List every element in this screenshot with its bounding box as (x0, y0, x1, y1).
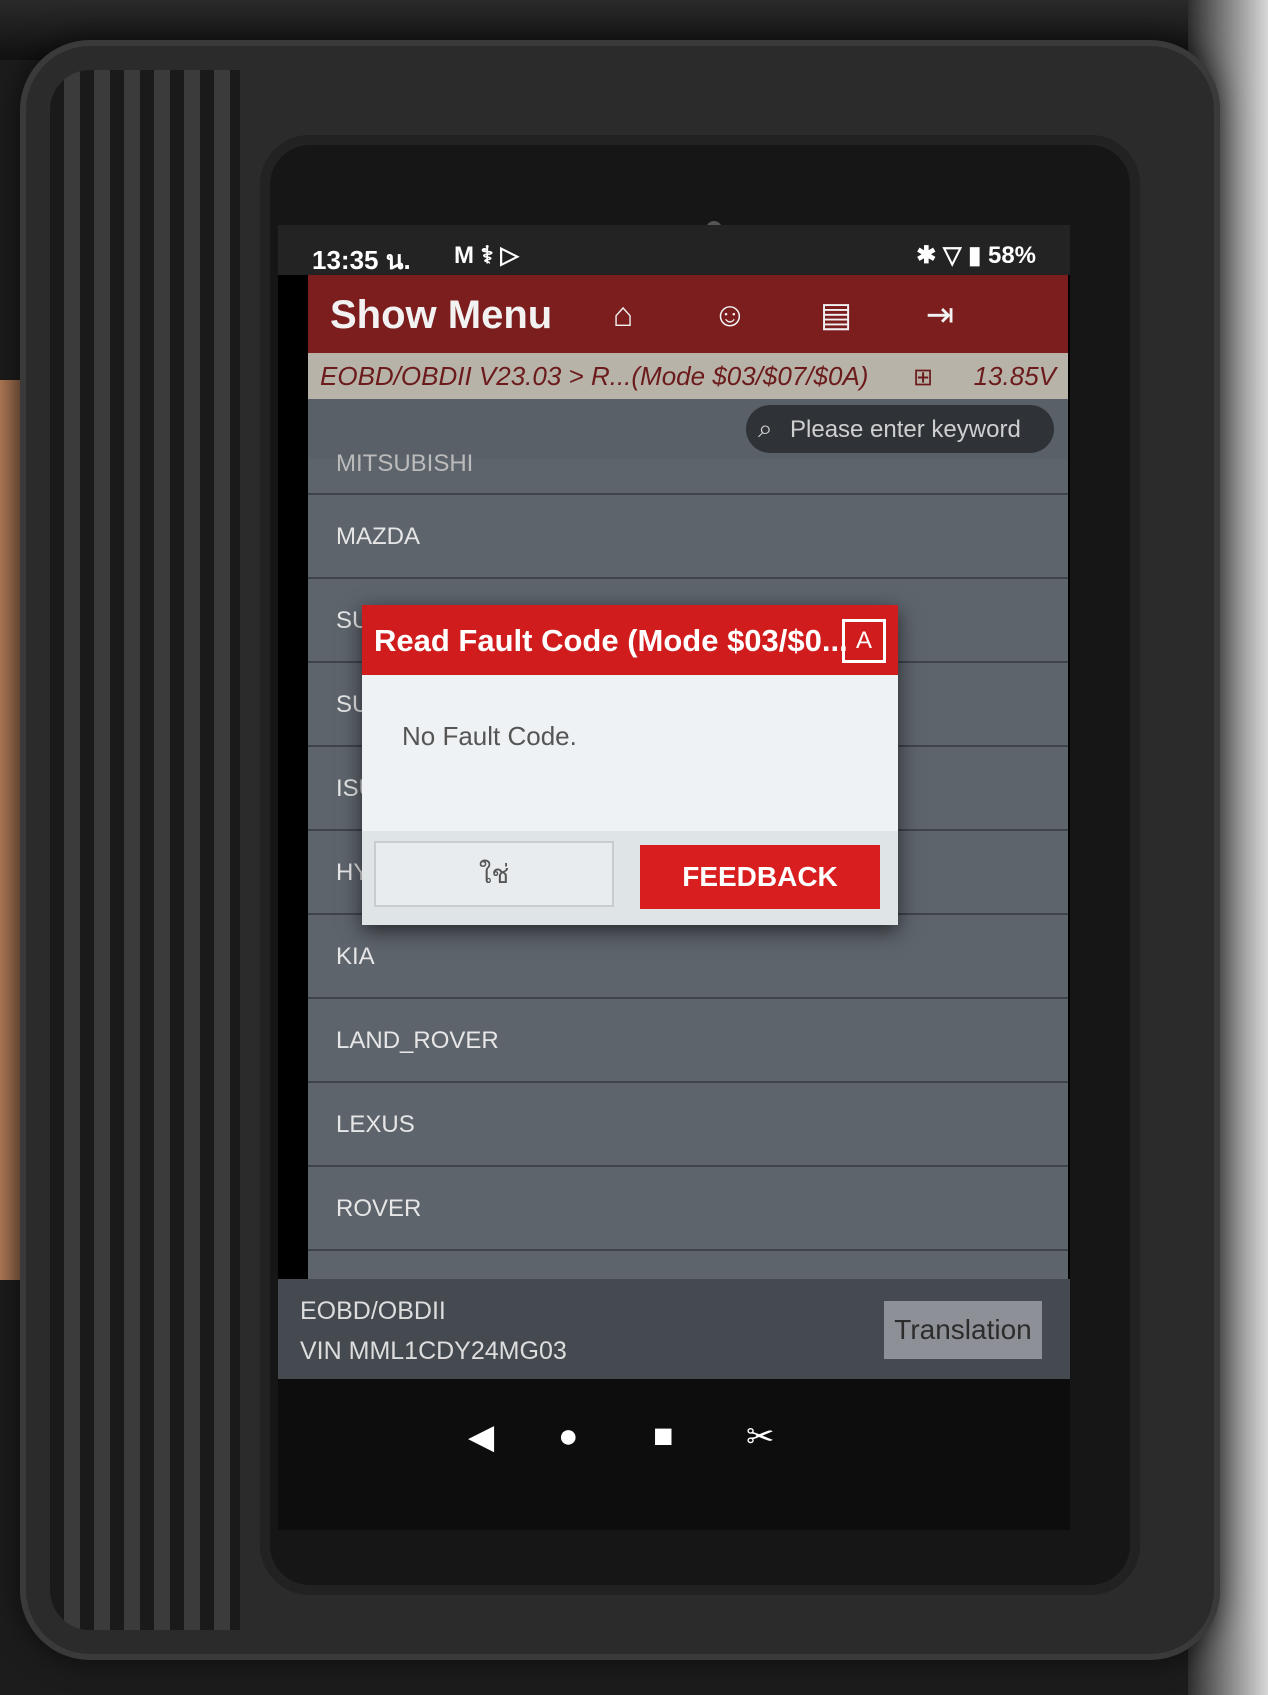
search-icon: ⌕ (758, 413, 773, 443)
notification-icons: M ⚕ ▷ (454, 242, 519, 269)
breadcrumb-bar: EOBD/OBDII V23.03 > R...(Mode $03/$07/$0… (308, 353, 1068, 399)
home-icon[interactable]: ⌂ (603, 295, 643, 335)
status-bar: 13:35 น. M ⚕ ▷ ✱ ▽ ▮ 58% (278, 225, 1070, 275)
dialog-footer: ใช่ FEEDBACK (362, 831, 898, 925)
font-size-icon[interactable]: A (842, 619, 886, 663)
user-icon[interactable]: ☺ (710, 295, 750, 335)
list-item[interactable]: ROVER (308, 1167, 1068, 1251)
feedback-button[interactable]: FEEDBACK (640, 845, 880, 909)
battery-status: ✱ ▽ ▮ 58% (916, 242, 1036, 269)
system-name: EOBD/OBDII (300, 1297, 446, 1325)
back-icon[interactable]: ◀ (468, 1417, 494, 1457)
screenshot-icon[interactable]: ✂ (746, 1417, 775, 1457)
search-placeholder: Please enter keyword (790, 416, 1021, 443)
home-circle-icon[interactable]: ● (558, 1417, 579, 1456)
vehicle-info: EOBD/OBDII VIN MML1CDY24MG03 (300, 1291, 567, 1371)
android-nav-bar: ◀ ● ■ ✂ (278, 1379, 1070, 1530)
list-item[interactable]: MAZDA (308, 495, 1068, 579)
dialog-message: No Fault Code. (402, 721, 577, 751)
battery-voltage-icon: ⊞ (913, 364, 934, 391)
print-icon[interactable]: ▤ (816, 295, 856, 335)
yes-button[interactable]: ใช่ (374, 841, 614, 907)
dialog-header: Read Fault Code (Mode $03/$0... A (362, 605, 898, 675)
fault-code-dialog: Read Fault Code (Mode $03/$0... A No Fau… (362, 605, 898, 925)
list-item-partial[interactable]: MITSUBISHI (308, 452, 1068, 495)
app-header: Show Menu ⌂ ☺ ▤ ⇥ (308, 275, 1068, 353)
voltage-readout: 13.85V (973, 361, 1056, 391)
exit-icon[interactable]: ⇥ (920, 295, 960, 335)
tablet-grip (50, 70, 240, 1630)
list-item[interactable]: LEXUS (308, 1083, 1068, 1167)
search-input[interactable]: ⌕ Please enter keyword (746, 405, 1054, 453)
translation-button[interactable]: Translation (884, 1301, 1042, 1359)
recents-icon[interactable]: ■ (653, 1417, 674, 1456)
list-item[interactable]: LAND_ROVER (308, 999, 1068, 1083)
vin-number: VIN MML1CDY24MG03 (300, 1337, 567, 1365)
breadcrumb: EOBD/OBDII V23.03 > R...(Mode $03/$07/$0… (320, 361, 869, 391)
page-title: Show Menu (330, 293, 553, 337)
list-item[interactable]: KIA (308, 915, 1068, 999)
info-footer: EOBD/OBDII VIN MML1CDY24MG03 Translation (278, 1279, 1070, 1379)
dialog-title: Read Fault Code (Mode $03/$0... (374, 623, 848, 658)
